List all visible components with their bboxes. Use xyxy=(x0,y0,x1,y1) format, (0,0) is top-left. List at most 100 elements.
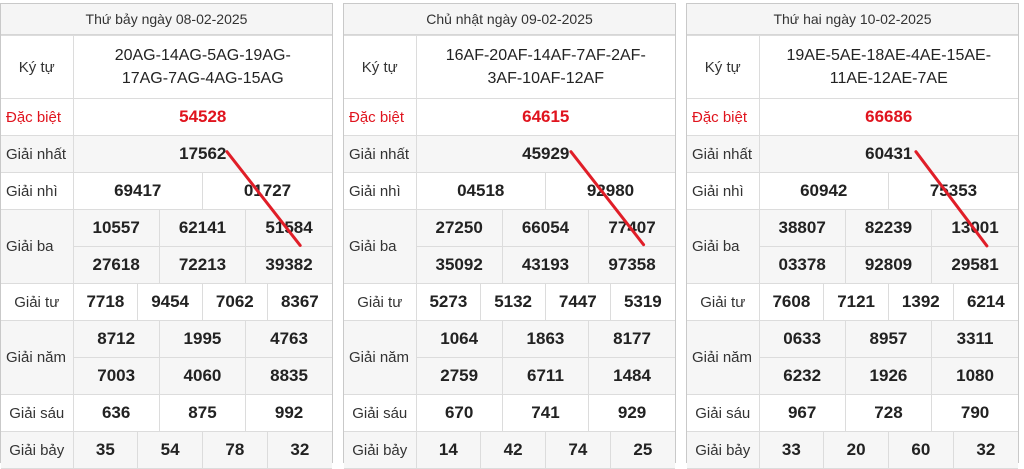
bay-value: 14 xyxy=(415,431,482,469)
result-panel-3: Thứ hai ngày 10-02-2025 Ký tự 19AE-5AE-1… xyxy=(686,3,1019,469)
tu-label: Giải tư xyxy=(344,283,417,321)
ba-value: 82239 xyxy=(844,209,933,247)
ba-value: 27618 xyxy=(73,246,160,284)
kytu-value: 19AE-5AE-18AE-4AE-15AE- 11AE-12AE-7AE xyxy=(758,35,1018,99)
tu-label: Giải tư xyxy=(1,283,74,321)
ba-label: Giải ba xyxy=(687,209,760,284)
bay-value: 35 xyxy=(72,431,139,469)
ba-value: 29581 xyxy=(931,246,1018,284)
tu-value: 5319 xyxy=(609,283,675,321)
nam-value: 4060 xyxy=(158,357,247,395)
result-table: Ký tự 20AG-14AG-5AG-19AG- 17AG-7AG-4AG-15… xyxy=(1,35,332,469)
tu-value: 7062 xyxy=(201,283,268,321)
dacbiet-value: 64615 xyxy=(415,98,675,136)
ba-label: Giải ba xyxy=(344,209,417,284)
nhi-value: 04518 xyxy=(415,172,546,210)
nhat-label: Giải nhất xyxy=(687,135,760,173)
ba-value: 62141 xyxy=(158,209,247,247)
dacbiet-value: 54528 xyxy=(72,98,332,136)
dacbiet-label: Đặc biệt xyxy=(344,98,417,136)
result-panel-2: Chủ nhật ngày 09-02-2025 Ký tự 16AF-20AF… xyxy=(343,3,676,469)
ba-value: 27250 xyxy=(415,209,503,247)
sau-value: 967 xyxy=(758,394,846,432)
bay-value: 78 xyxy=(201,431,268,469)
nam-value: 6711 xyxy=(501,357,590,395)
kytu-label: Ký tự xyxy=(687,35,760,99)
result-table: Ký tự 16AF-20AF-14AF-7AF-2AF- 3AF-10AF-12… xyxy=(344,35,675,469)
sau-label: Giải sáu xyxy=(344,394,417,432)
bay-value: 60 xyxy=(887,431,954,469)
nhi-label: Giải nhì xyxy=(1,172,74,210)
sau-value: 929 xyxy=(588,394,675,432)
nhat-label: Giải nhất xyxy=(344,135,417,173)
tu-value: 5132 xyxy=(480,283,546,321)
tu-value: 9454 xyxy=(137,283,203,321)
nam-value: 6232 xyxy=(759,357,846,395)
tu-value: 7718 xyxy=(72,283,139,321)
ba-value: 39382 xyxy=(245,246,332,284)
tu-value: 6214 xyxy=(952,283,1018,321)
ba-value: 97358 xyxy=(588,246,675,284)
panel-date-title: Chủ nhật ngày 09-02-2025 xyxy=(344,4,675,35)
nam-label: Giải năm xyxy=(344,320,417,395)
tu-value: 1392 xyxy=(887,283,954,321)
bay-value: 20 xyxy=(823,431,889,469)
bay-value: 74 xyxy=(544,431,611,469)
nhi-label: Giải nhì xyxy=(344,172,417,210)
nam-value: 3311 xyxy=(931,320,1018,358)
ba-value: 35092 xyxy=(416,246,503,284)
sau-label: Giải sáu xyxy=(1,394,74,432)
dacbiet-label: Đặc biệt xyxy=(1,98,74,136)
sau-value: 790 xyxy=(931,394,1018,432)
kytu-value: 20AG-14AG-5AG-19AG- 17AG-7AG-4AG-15AG xyxy=(72,35,332,99)
kytu-label: Ký tự xyxy=(1,35,74,99)
panel-date-title: Thứ bảy ngày 08-02-2025 xyxy=(1,4,332,35)
nhat-value: 45929 xyxy=(415,135,675,173)
tu-value: 7447 xyxy=(544,283,611,321)
bay-value: 32 xyxy=(952,431,1018,469)
nam-label: Giải năm xyxy=(687,320,760,395)
nam-value: 7003 xyxy=(73,357,160,395)
sau-value: 741 xyxy=(501,394,590,432)
bay-label: Giải bảy xyxy=(687,431,760,469)
nhat-value: 60431 xyxy=(758,135,1018,173)
tu-value: 5273 xyxy=(415,283,482,321)
nam-value: 8957 xyxy=(844,320,933,358)
bay-label: Giải bảy xyxy=(344,431,417,469)
bay-value: 33 xyxy=(758,431,825,469)
nhi-label: Giải nhì xyxy=(687,172,760,210)
result-panel-1: Thứ bảy ngày 08-02-2025 Ký tự 20AG-14AG-… xyxy=(0,3,333,469)
ba-value: 38807 xyxy=(758,209,846,247)
kytu-label: Ký tự xyxy=(344,35,417,99)
bay-value: 25 xyxy=(609,431,675,469)
nhi-value: 69417 xyxy=(72,172,203,210)
nam-value: 2759 xyxy=(416,357,503,395)
sau-value: 992 xyxy=(245,394,332,432)
bay-label: Giải bảy xyxy=(1,431,74,469)
kytu-value: 16AF-20AF-14AF-7AF-2AF- 3AF-10AF-12AF xyxy=(415,35,675,99)
nam-value: 1484 xyxy=(588,357,675,395)
nam-label: Giải năm xyxy=(1,320,74,395)
nam-value: 0633 xyxy=(758,320,846,358)
sau-label: Giải sáu xyxy=(687,394,760,432)
tu-value: 8367 xyxy=(266,283,332,321)
ba-value: 92809 xyxy=(844,246,933,284)
ba-value: 72213 xyxy=(158,246,247,284)
nam-value: 1064 xyxy=(415,320,503,358)
result-table: Ký tự 19AE-5AE-18AE-4AE-15AE- 11AE-12AE-7… xyxy=(687,35,1018,469)
tu-value: 7121 xyxy=(823,283,889,321)
bay-value: 54 xyxy=(137,431,203,469)
nam-value: 1863 xyxy=(501,320,590,358)
nam-value: 8712 xyxy=(72,320,160,358)
sau-value: 636 xyxy=(72,394,160,432)
nam-value: 4763 xyxy=(245,320,332,358)
nhi-value: 60942 xyxy=(758,172,889,210)
nhat-label: Giải nhất xyxy=(1,135,74,173)
dacbiet-value: 66686 xyxy=(758,98,1018,136)
sau-value: 670 xyxy=(415,394,503,432)
sau-value: 728 xyxy=(844,394,933,432)
ba-value: 66054 xyxy=(501,209,590,247)
nam-value: 1080 xyxy=(931,357,1018,395)
bay-value: 32 xyxy=(266,431,332,469)
tu-label: Giải tư xyxy=(687,283,760,321)
